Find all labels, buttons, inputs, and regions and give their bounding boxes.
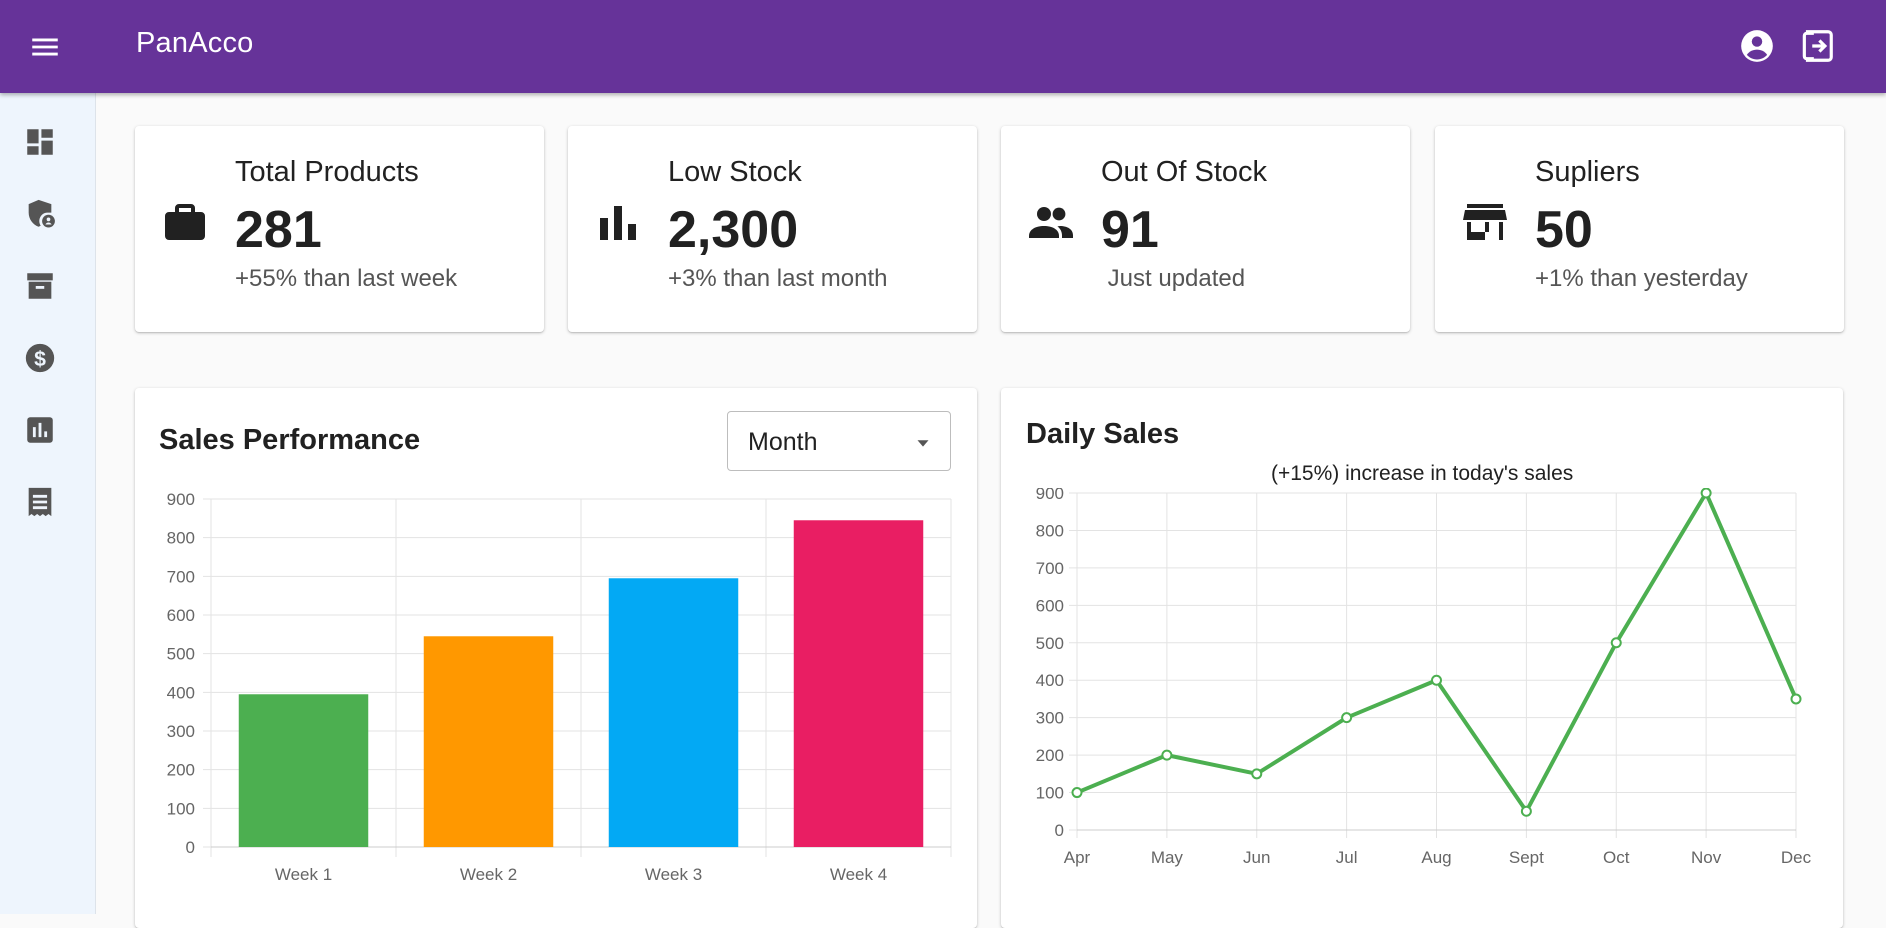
x-tick-label: Dec xyxy=(1781,848,1812,867)
data-point xyxy=(1251,768,1263,780)
y-tick-label: 600 xyxy=(167,606,195,625)
sidebar-item-dashboard[interactable] xyxy=(20,122,60,162)
sidebar-item-admin[interactable] xyxy=(20,194,60,234)
x-tick-label: Jun xyxy=(1243,848,1270,867)
account-circle-icon[interactable] xyxy=(1738,27,1776,65)
stat-card-out-of-stock: Out Of Stock 91 Just updated xyxy=(1001,126,1410,332)
y-tick-label: 500 xyxy=(167,645,195,664)
y-tick-label: 500 xyxy=(1036,634,1064,653)
data-point xyxy=(1071,787,1083,799)
y-tick-label: 100 xyxy=(167,799,195,818)
people-icon xyxy=(1029,207,1073,238)
bar xyxy=(793,520,924,847)
x-tick-label: Week 1 xyxy=(275,865,332,884)
bar-chart-icon xyxy=(27,417,53,443)
sidebar: $ xyxy=(0,93,96,914)
y-tick-label: 800 xyxy=(167,529,195,548)
data-point xyxy=(1161,749,1173,761)
stat-label: Supliers xyxy=(1535,156,1640,188)
x-tick-label: Oct xyxy=(1603,848,1630,867)
daily-sales-line-chart: 0 100 200 300 400 500 600 700 800 900 Apr May Jun Jul… xyxy=(1036,488,1812,867)
menu-icon[interactable] xyxy=(28,30,62,64)
sidebar-item-inventory[interactable] xyxy=(20,266,60,306)
stat-card-total-products: Total Products 281 +55% than last week xyxy=(135,126,544,332)
daily-sales-title: Daily Sales xyxy=(1026,418,1180,450)
y-tick-label: 300 xyxy=(1036,709,1064,728)
briefcase-icon xyxy=(165,204,205,240)
stat-label: Low Stock xyxy=(668,156,802,188)
stat-label: Total Products xyxy=(235,156,419,188)
x-tick-label: Nov xyxy=(1691,848,1722,867)
y-tick-label: 900 xyxy=(1036,488,1064,503)
receipt-icon xyxy=(28,487,52,517)
y-tick-label: 400 xyxy=(167,683,195,702)
app-title: PanAcco xyxy=(136,27,254,59)
x-tick-label: Apr xyxy=(1064,848,1091,867)
x-tick-label: Sept xyxy=(1509,848,1544,867)
dollar-icon: $ xyxy=(25,343,55,373)
stat-card-low-stock: Low Stock 2,300 +3% than last month xyxy=(568,126,977,332)
shield-user-icon xyxy=(28,199,55,228)
y-tick-label: 200 xyxy=(167,761,195,780)
sidebar-item-receipts[interactable] xyxy=(20,482,60,522)
y-tick-label: 700 xyxy=(167,567,195,586)
y-tick-label: 300 xyxy=(167,722,195,741)
archive-icon xyxy=(27,273,53,299)
data-point xyxy=(1700,488,1712,499)
daily-sales-card: Daily Sales (+15%) increase in today's s… xyxy=(1001,388,1843,928)
data-point xyxy=(1341,712,1353,724)
dashboard-icon xyxy=(27,129,53,155)
stat-value: 91 xyxy=(1101,201,1159,259)
app-bar: PanAcco xyxy=(0,0,1886,93)
sales-performance-card: Sales Performance Month 0 100 200 300 400 500… xyxy=(135,388,977,928)
data-point xyxy=(1431,674,1442,686)
sidebar-item-reports[interactable] xyxy=(20,410,60,450)
daily-sales-subtitle: (+15%) increase in today's sales xyxy=(1271,462,1574,485)
bar xyxy=(423,636,554,847)
period-select[interactable]: Month xyxy=(727,411,951,471)
stat-change: +3% than last month xyxy=(668,265,888,292)
stat-card-suppliers: Supliers 50 +1% than yesterday xyxy=(1435,126,1844,332)
data-point xyxy=(1610,637,1622,649)
y-tick-label: 700 xyxy=(1036,559,1064,578)
stat-value: 50 xyxy=(1535,201,1593,259)
stat-value: 2,300 xyxy=(668,201,799,259)
y-tick-label: 900 xyxy=(167,490,195,509)
y-tick-label: 0 xyxy=(186,838,195,857)
y-tick-label: 200 xyxy=(1036,746,1064,765)
sales-bar-chart: 0 100 200 300 400 500 600 700 800 900 Week 1 Week 2… xyxy=(167,490,952,884)
sidebar-item-finance[interactable]: $ xyxy=(20,338,60,378)
y-tick-label: 400 xyxy=(1036,671,1064,690)
chevron-down-icon xyxy=(917,440,929,447)
data-point xyxy=(1790,693,1802,705)
logout-icon[interactable] xyxy=(1798,27,1836,65)
y-tick-label: 600 xyxy=(1036,596,1064,615)
stat-change: +1% than yesterday xyxy=(1535,265,1748,292)
sales-performance-title: Sales Performance xyxy=(159,424,421,456)
y-tick-label: 0 xyxy=(1055,821,1064,840)
y-tick-label: 100 xyxy=(1036,784,1064,803)
x-tick-label: Week 3 xyxy=(645,865,702,884)
stat-change: +55% than last week xyxy=(235,265,458,292)
stat-label: Out Of Stock xyxy=(1101,156,1267,188)
stat-value: 281 xyxy=(235,201,322,259)
x-tick-label: Jul xyxy=(1336,848,1358,867)
bar xyxy=(608,578,739,847)
store-icon xyxy=(1463,204,1507,240)
data-point xyxy=(1520,805,1532,817)
stat-change: Just updated xyxy=(1101,265,1246,292)
x-tick-label: Week 2 xyxy=(460,865,517,884)
x-tick-label: Week 4 xyxy=(830,865,887,884)
svg-text:$: $ xyxy=(34,347,46,371)
y-tick-label: 800 xyxy=(1036,521,1064,540)
bar xyxy=(238,694,369,847)
x-tick-label: May xyxy=(1151,848,1184,867)
period-select-value: Month xyxy=(748,428,818,456)
x-tick-label: Aug xyxy=(1421,848,1451,867)
bar-chart-icon xyxy=(600,206,636,240)
